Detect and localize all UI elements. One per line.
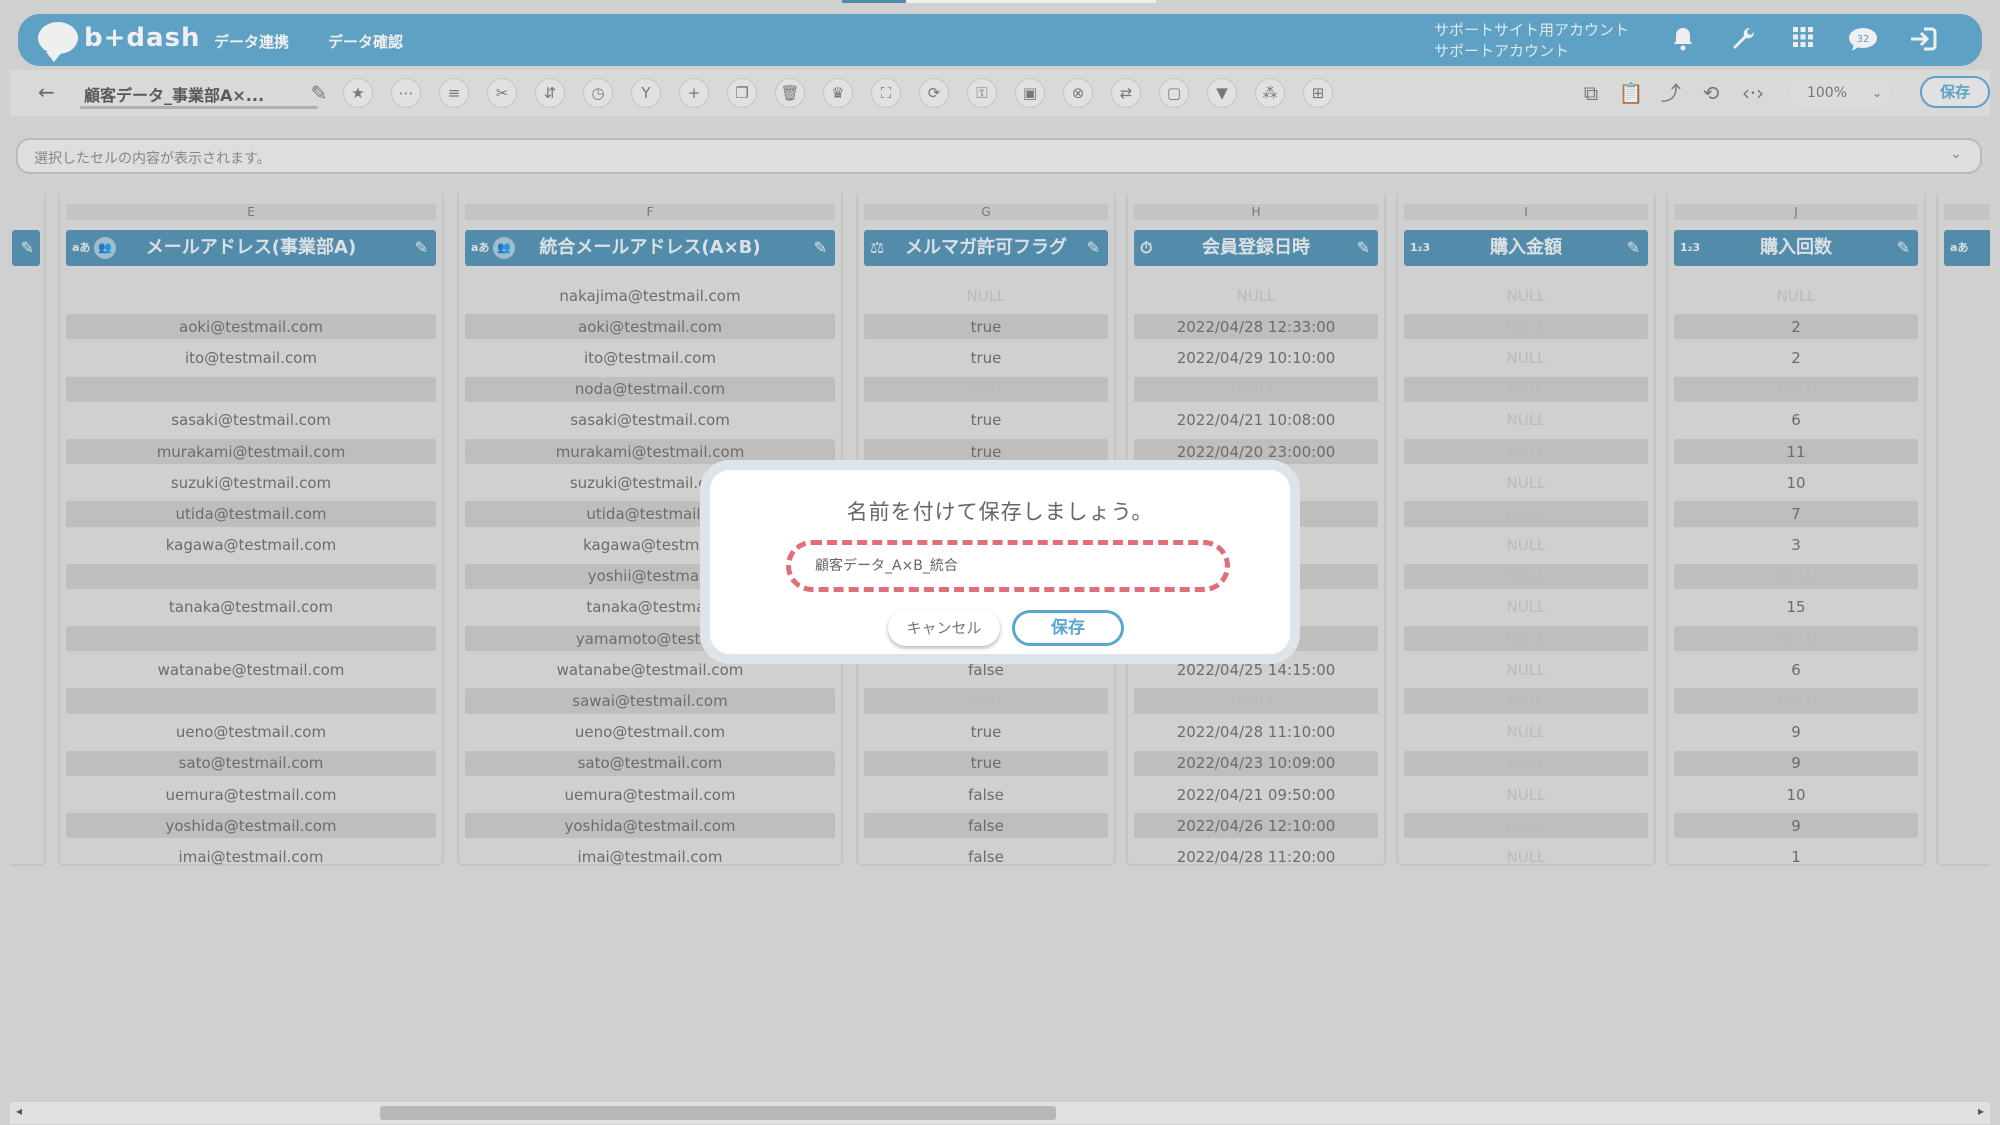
scroll-right-icon[interactable]: ▸ bbox=[1978, 1104, 1984, 1118]
dialog-title: 名前を付けて保存しましょう。 bbox=[846, 500, 1154, 524]
save-as-dialog: 名前を付けて保存しましょう。 顧客データ_A×B_統合 キャンセル 保存 bbox=[700, 460, 1300, 664]
scrollbar-thumb[interactable] bbox=[380, 1106, 1056, 1120]
horizontal-scrollbar[interactable]: ◂ ▸ bbox=[10, 1102, 1990, 1124]
name-input[interactable]: 顧客データ_A×B_統合 bbox=[786, 540, 1230, 592]
cancel-button[interactable]: キャンセル bbox=[888, 610, 1000, 646]
dialog-save-button[interactable]: 保存 bbox=[1012, 610, 1124, 646]
scroll-left-icon[interactable]: ◂ bbox=[16, 1104, 22, 1118]
